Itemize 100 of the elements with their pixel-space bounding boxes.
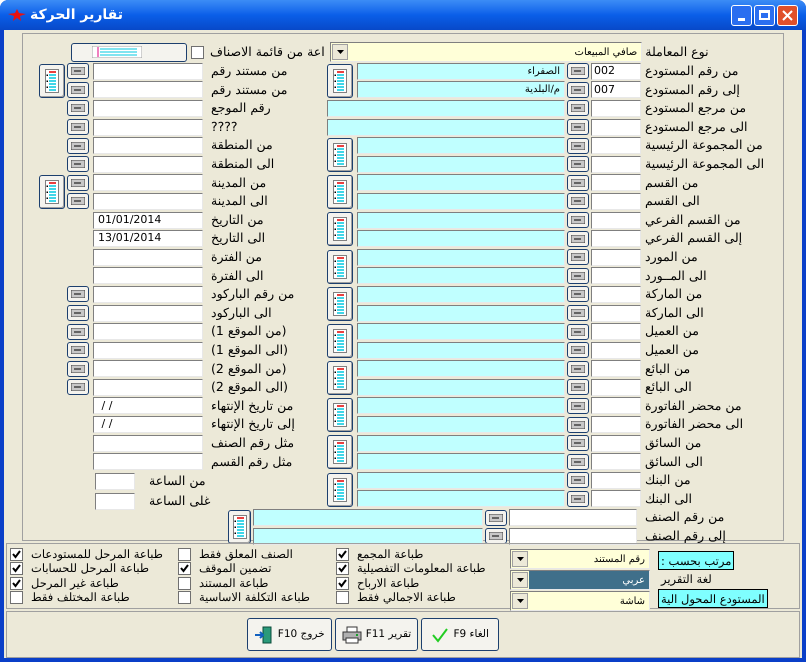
dropdown[interactable]: رقم المستند [510, 549, 650, 569]
input-field[interactable]: / / [93, 397, 203, 414]
lookup-button[interactable] [67, 156, 89, 172]
input-field[interactable] [95, 473, 135, 490]
name-field[interactable] [357, 397, 565, 414]
lookup-button[interactable] [567, 174, 589, 191]
input-field[interactable] [591, 192, 641, 210]
input-field[interactable] [591, 118, 641, 136]
checkbox[interactable] [178, 548, 191, 561]
input-field[interactable] [591, 174, 641, 192]
input-field[interactable] [93, 378, 203, 396]
checkbox[interactable] [336, 576, 349, 590]
toolbar-button[interactable]: تقرير F11 [334, 618, 418, 651]
list-button[interactable] [327, 435, 353, 470]
input-field[interactable] [591, 137, 641, 154]
checkbox[interactable] [10, 548, 23, 561]
lookup-button[interactable] [67, 379, 89, 396]
list-button[interactable] [327, 361, 353, 396]
maximize-button[interactable] [754, 4, 775, 26]
input-field[interactable] [93, 267, 203, 284]
input-field[interactable] [95, 493, 135, 510]
name-field[interactable] [357, 192, 565, 210]
input-field[interactable] [93, 62, 203, 80]
input-field[interactable] [591, 342, 641, 359]
input-field[interactable] [591, 248, 641, 266]
name-field[interactable] [357, 342, 565, 359]
list-button[interactable] [39, 64, 65, 98]
name-field[interactable] [253, 509, 483, 526]
lookup-button[interactable] [567, 212, 589, 228]
dropdown[interactable]: صافي المبيعات [330, 42, 642, 62]
lookup-button[interactable] [567, 286, 589, 302]
dropdown[interactable]: عربي [510, 570, 650, 590]
name-field[interactable] [357, 360, 565, 378]
lookup-button[interactable] [567, 398, 589, 414]
input-field[interactable] [93, 192, 203, 210]
name-field[interactable] [357, 323, 565, 340]
name-field[interactable] [357, 490, 565, 508]
input-field[interactable] [591, 286, 641, 303]
lookup-button[interactable] [67, 82, 89, 98]
input-field[interactable] [591, 360, 641, 378]
lookup-button[interactable] [67, 63, 89, 80]
input-field[interactable] [591, 453, 641, 470]
name-field[interactable] [357, 174, 565, 192]
input-field[interactable] [93, 434, 203, 452]
lookup-button[interactable] [567, 490, 589, 507]
lookup-button[interactable] [567, 249, 589, 266]
lookup-button[interactable] [67, 324, 89, 340]
input-field[interactable]: 01/01/2014 [93, 212, 203, 229]
input-field[interactable] [93, 342, 203, 359]
input-field[interactable] [93, 118, 203, 136]
lookup-button[interactable] [567, 342, 589, 358]
input-field[interactable] [591, 490, 641, 508]
lookup-button[interactable] [67, 305, 89, 322]
lookup-button[interactable] [567, 63, 589, 80]
input-field[interactable] [591, 230, 641, 248]
list-button[interactable] [39, 175, 65, 210]
input-field[interactable] [591, 323, 641, 340]
lookup-button[interactable] [567, 360, 589, 377]
toolbar-button[interactable]: الغاء F9 [421, 618, 500, 651]
input-field[interactable] [591, 416, 641, 434]
input-field[interactable] [93, 81, 203, 98]
lookup-button[interactable] [567, 82, 589, 98]
checkbox[interactable] [336, 591, 349, 604]
input-field[interactable] [591, 304, 641, 322]
lookup-button[interactable] [567, 324, 589, 340]
checkbox[interactable] [336, 562, 349, 576]
input-field[interactable] [509, 528, 637, 545]
list-button[interactable] [327, 398, 353, 432]
lookup-button[interactable] [485, 510, 507, 526]
lookup-button[interactable] [567, 156, 589, 172]
input-field[interactable] [591, 212, 641, 229]
list-button[interactable] [327, 286, 353, 321]
list-button[interactable] [327, 250, 353, 284]
name-field[interactable] [357, 472, 565, 489]
lookup-button[interactable] [567, 100, 589, 116]
list-button[interactable] [327, 175, 353, 210]
input-field[interactable] [591, 267, 641, 284]
input-field[interactable]: 13/01/2014 [93, 230, 203, 248]
name-field[interactable] [357, 304, 565, 322]
name-field[interactable] [327, 100, 565, 117]
name-field[interactable] [357, 378, 565, 396]
checkbox[interactable] [191, 46, 204, 58]
lookup-button[interactable] [567, 472, 589, 488]
name-field[interactable] [357, 248, 565, 266]
input-field[interactable]: 002 [591, 62, 641, 80]
input-field[interactable] [591, 472, 641, 489]
name-field[interactable] [357, 453, 565, 470]
name-field[interactable] [357, 212, 565, 229]
item-list-button[interactable] [71, 42, 187, 62]
name-field[interactable] [253, 528, 483, 545]
minimize-button[interactable] [731, 4, 752, 26]
name-field[interactable] [327, 118, 565, 136]
lookup-button[interactable] [567, 454, 589, 470]
name-field[interactable] [357, 416, 565, 434]
lookup-button[interactable] [485, 528, 507, 544]
list-button[interactable] [327, 212, 353, 246]
checkbox[interactable] [178, 591, 191, 604]
lookup-button[interactable] [67, 360, 89, 377]
lookup-button[interactable] [567, 379, 589, 396]
input-field[interactable] [591, 397, 641, 414]
